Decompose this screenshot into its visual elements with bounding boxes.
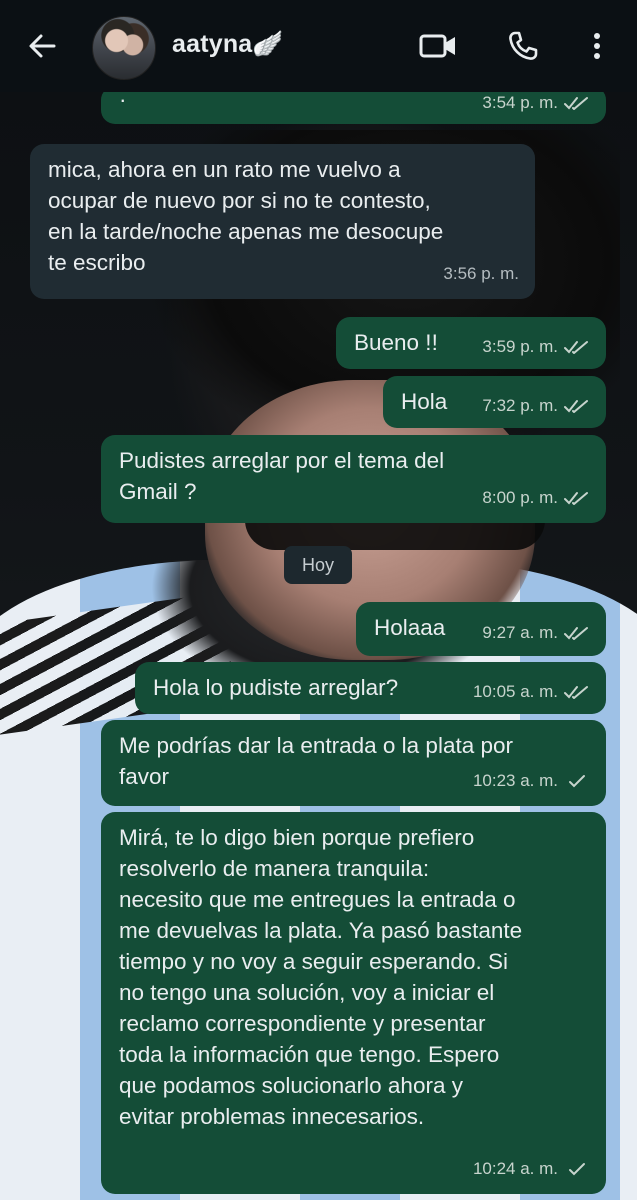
read-ticks-icon [564,626,588,640]
message-meta: 3:59 p. m. [482,331,590,362]
message-bubble-outgoing[interactable]: Hola 7:32 p. m. [383,376,606,428]
message-time: 3:56 p. m. [443,264,519,283]
message-text: Holaaa [374,615,446,640]
message-bubble-incoming[interactable]: mica, ahora en un rato me vuelvo a ocupa… [30,144,535,299]
chat-header: aatyna🪽 [0,0,637,92]
message-text: Hola lo pudiste arreglar? [153,675,399,700]
arrow-left-icon[interactable] [22,26,62,66]
message-bubble-outgoing[interactable]: Pudistes arreglar por el tema del Gmail … [101,435,606,523]
date-separator: Hoy [284,546,352,584]
message-time: 8:00 p. m. [482,488,558,507]
phone-icon[interactable] [503,26,543,66]
message-text: Pudistes arreglar por el tema del Gmail … [119,448,445,504]
contact-name[interactable]: aatyna🪽 [172,30,284,59]
message-meta: 10:23 a. m. [473,765,590,796]
message-meta: 9:27 a. m. [482,617,590,648]
message-time: 10:24 a. m. [472,1159,558,1178]
message-text: Bueno !! [354,330,438,355]
message-bubble-outgoing[interactable]: Mirá, te lo digo bien porque prefiero re… [101,812,606,1194]
read-ticks-icon [564,685,588,699]
message-time: 3:59 p. m. [482,337,558,356]
video-call-icon[interactable] [418,26,458,66]
message-time: 10:23 a. m. [472,771,558,790]
read-ticks-icon [564,399,588,413]
message-bubble-outgoing[interactable]: Holaaa 9:27 a. m. [356,602,606,656]
avatar[interactable] [92,16,156,80]
message-bubble-outgoing[interactable]: Bueno !! 3:59 p. m. [336,317,606,369]
message-meta: 3:56 p. m. [443,258,519,289]
message-text: Mirá, te lo digo bien porque prefiero re… [119,825,523,1129]
message-text: Me podrías dar la entrada o la plata por… [119,733,513,789]
message-meta: 8:00 p. m. [482,482,590,513]
message-time: 9:27 a. m. [482,623,558,642]
message-text: Hola [401,389,448,414]
read-ticks-icon [564,96,588,110]
message-time: 10:05 a. m. [472,682,558,701]
read-ticks-icon [564,491,588,505]
sent-tick-icon [569,774,585,787]
message-meta: 10:05 a. m. [473,676,590,707]
message-text: mica, ahora en un rato me vuelvo a ocupa… [48,157,444,275]
message-time: 7:32 p. m. [482,396,558,415]
message-bubble-outgoing[interactable]: Hola lo pudiste arreglar? 10:05 a. m. [135,662,606,714]
message-bubble-outgoing[interactable]: Me podrías dar la entrada o la plata por… [101,720,606,806]
more-vertical-icon[interactable] [577,26,617,66]
sent-tick-icon [569,1162,585,1175]
message-meta: 10:24 a. m. [473,1153,590,1184]
message-meta: 7:32 p. m. [482,390,590,421]
read-ticks-icon [564,340,588,354]
message-list: · 3:54 p. m. mica, ahora en un rato me v… [0,86,637,1200]
